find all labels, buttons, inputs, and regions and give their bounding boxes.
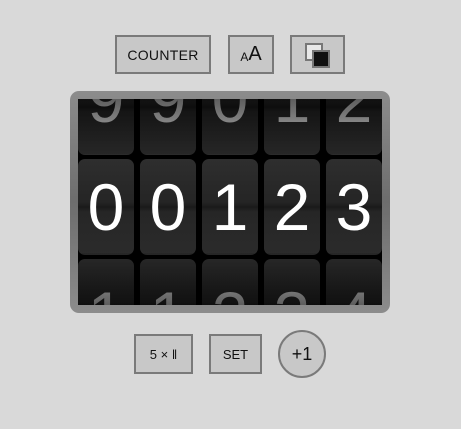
- digit-2-next: 1: [140, 259, 196, 305]
- counter-display: 9 0 1 9 0 1 0 1 2 1 2 3 2 3 4: [70, 91, 390, 313]
- set-button[interactable]: SET: [209, 334, 262, 374]
- digit-column-4[interactable]: 1 2 3: [264, 99, 320, 305]
- digit-column-1[interactable]: 9 0 1: [78, 99, 134, 305]
- digit-1-next: 1: [78, 259, 134, 305]
- font-size-large-glyph: A: [248, 43, 262, 65]
- color-scheme-button[interactable]: [290, 35, 345, 74]
- counter-window: 9 0 1 9 0 1 0 1 2 1 2 3 2 3 4: [78, 99, 382, 305]
- digit-4-next: 3: [264, 259, 320, 305]
- digit-3-previous: 0: [202, 99, 258, 155]
- digit-4-current: 2: [264, 159, 320, 255]
- multiplier-button[interactable]: 5 × ‖: [134, 334, 193, 374]
- digit-1-current: 0: [78, 159, 134, 255]
- digit-2-current: 0: [140, 159, 196, 255]
- font-size-button[interactable]: AA: [228, 35, 274, 74]
- digit-1-previous: 9: [78, 99, 134, 155]
- digit-5-current: 3: [326, 159, 382, 255]
- digit-column-3[interactable]: 0 1 2: [202, 99, 258, 305]
- digit-4-previous: 1: [264, 99, 320, 155]
- digit-column-2[interactable]: 9 0 1: [140, 99, 196, 305]
- counter-mode-button[interactable]: COUNTER: [115, 35, 211, 74]
- digit-3-current: 1: [202, 159, 258, 255]
- increment-button[interactable]: +1: [278, 330, 326, 378]
- digit-column-5[interactable]: 2 3 4: [326, 99, 382, 305]
- digit-3-next: 2: [202, 259, 258, 305]
- color-scheme-icon-front-square: [312, 50, 330, 68]
- digit-5-next: 4: [326, 259, 382, 305]
- digit-2-previous: 9: [140, 99, 196, 155]
- digit-5-previous: 2: [326, 99, 382, 155]
- font-size-small-glyph: A: [240, 49, 249, 64]
